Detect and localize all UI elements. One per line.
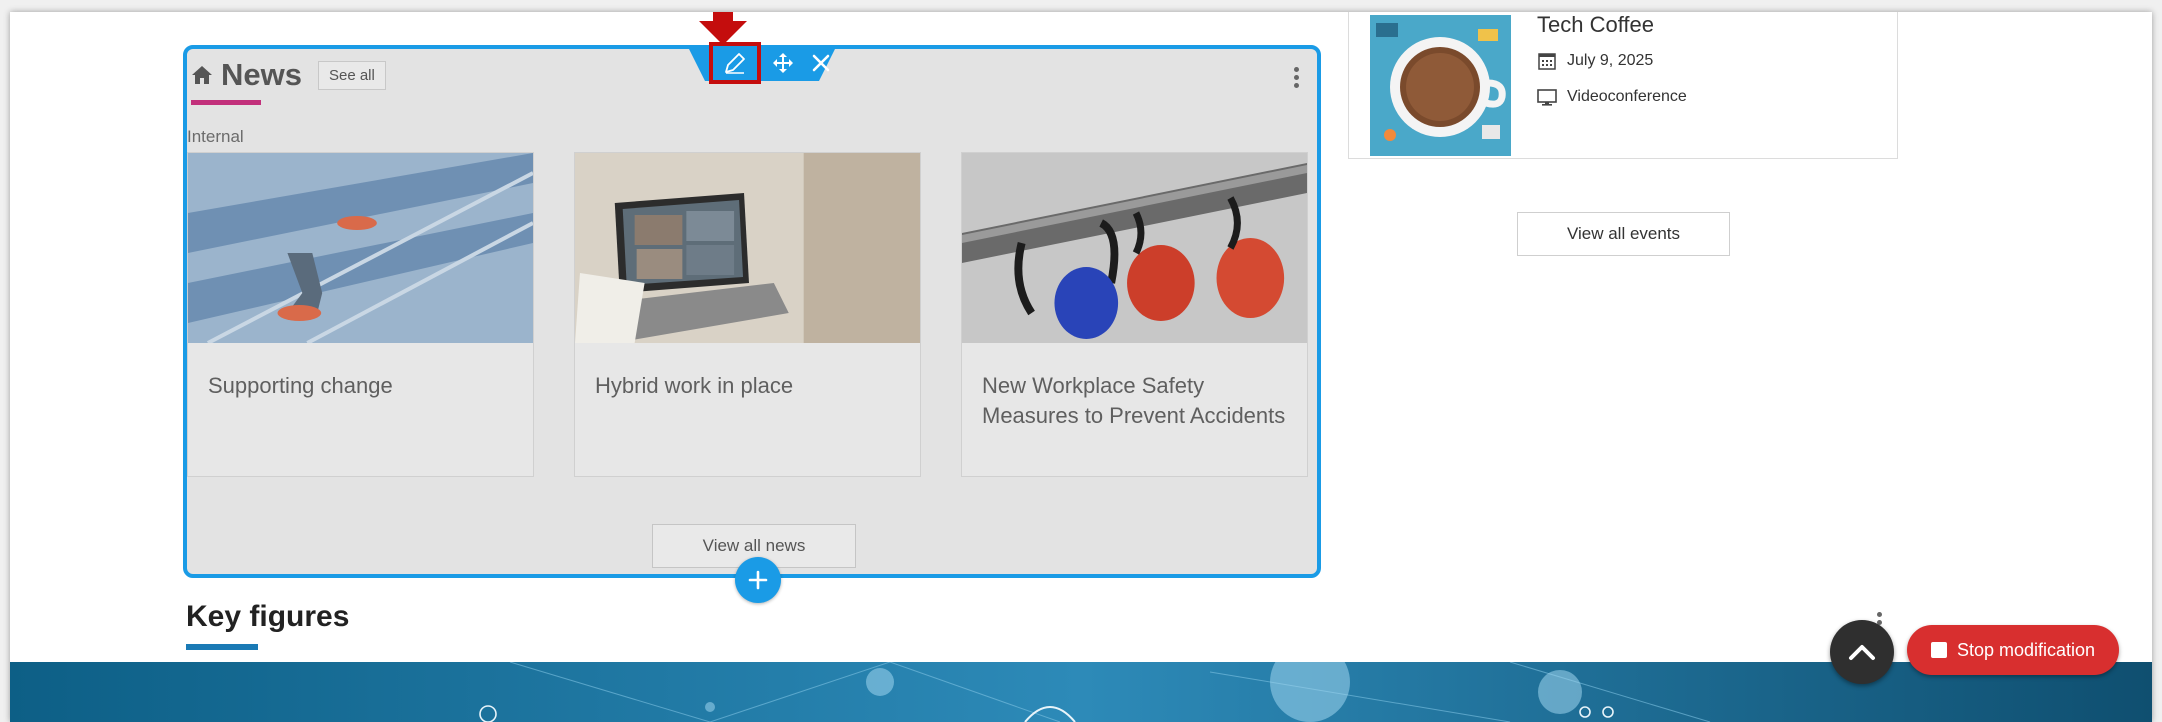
home-icon [192,66,212,84]
stop-modification-button[interactable]: Stop modification [1907,625,2119,675]
arrow-down-icon [699,12,747,45]
view-all-events-button[interactable]: View all events [1517,212,1730,256]
event-title[interactable]: Tech Coffee [1537,12,1654,38]
event-image [1370,15,1511,156]
event-location-text: Videoconference [1567,88,1687,105]
event-card[interactable]: Tech Coffee July 9, 2025 Videoconference [1348,12,1898,159]
key-figures-title: Key figures [186,600,350,633]
page: Tech Coffee July 9, 2025 Videoconference… [10,12,2152,722]
see-all-button[interactable]: See all [317,60,386,90]
close-icon [812,54,830,72]
news-card-image [575,153,920,343]
block-edit-toolbar [687,42,839,85]
move-block-button[interactable] [765,45,801,81]
news-card-image [188,153,533,343]
news-card-title[interactable]: Hybrid work in place [595,371,902,401]
news-header: News See all [191,57,386,93]
pencil-icon [725,53,745,74]
news-title: News [221,57,302,92]
news-more-options-icon[interactable] [1293,67,1299,88]
move-icon [773,53,793,73]
news-card[interactable]: New Workplace Safety Measures to Prevent… [961,152,1308,477]
scroll-to-top-button[interactable] [1830,620,1894,684]
stop-icon [1930,642,1947,658]
key-figures-banner [10,662,2152,722]
news-category: Internal [187,127,244,146]
remove-block-button[interactable] [803,45,839,81]
news-widget: News See all Internal Supporting change … [183,12,1321,603]
event-location: Videoconference [1537,87,1687,107]
news-title-underline [191,100,261,105]
news-card[interactable]: Supporting change [187,152,534,477]
chevron-up-icon [1849,645,1875,660]
news-card[interactable]: Hybrid work in place [574,152,921,477]
calendar-icon [1538,53,1556,70]
banner-image [10,662,2152,722]
stop-modification-label: Stop modification [1956,639,2096,660]
plus-icon [748,570,768,590]
news-card-title[interactable]: Supporting change [208,371,515,401]
key-figures-underline [186,644,258,650]
news-card-image [962,153,1307,343]
news-card-title[interactable]: New Workplace Safety Measures to Prevent… [982,371,1289,431]
event-date: July 9, 2025 [1537,51,1653,71]
edit-block-button[interactable] [709,42,761,84]
monitor-icon [1537,89,1557,106]
add-block-button[interactable] [735,557,781,603]
event-date-text: July 9, 2025 [1567,52,1654,69]
news-content: News See all Internal Supporting change … [187,49,1317,574]
